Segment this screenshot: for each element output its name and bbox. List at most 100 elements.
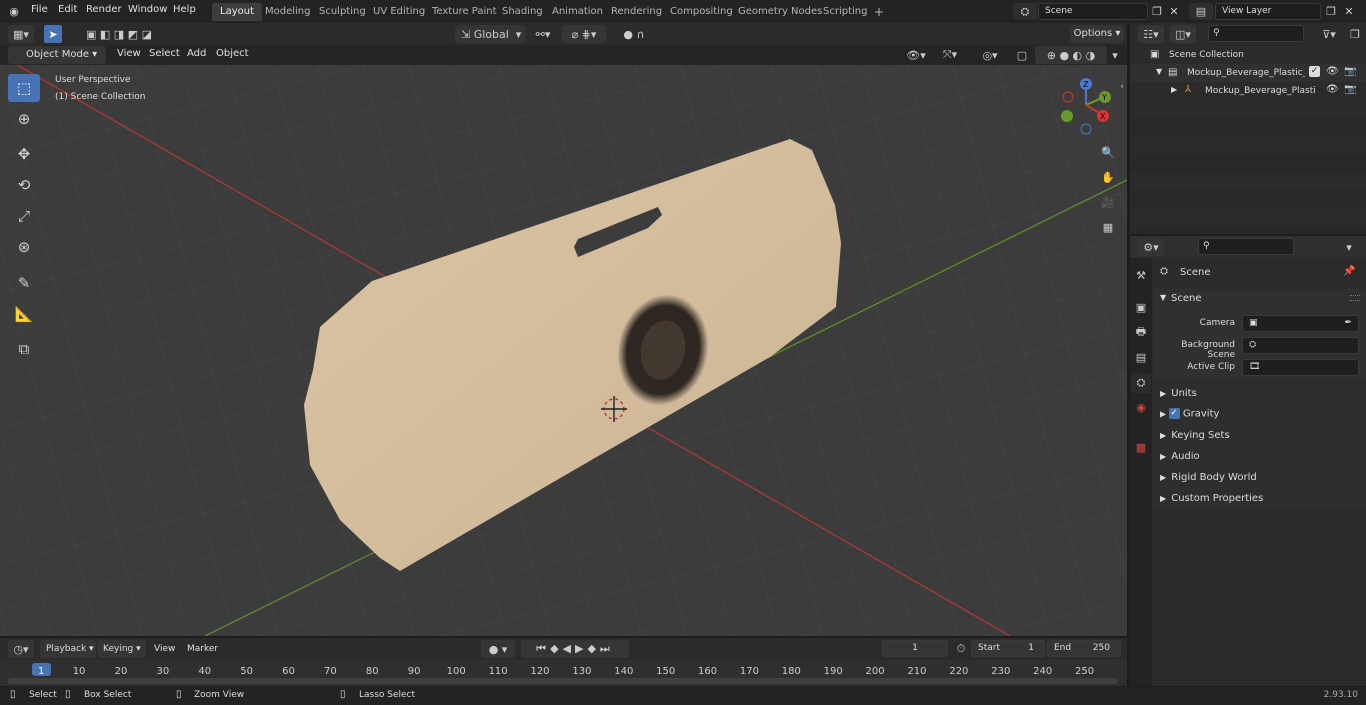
menu-edit[interactable]: Edit — [58, 4, 77, 15]
mode-dropdown[interactable]: Object Mode ▾ — [8, 46, 106, 64]
new-view-layer-icon[interactable]: ❐ — [1323, 3, 1339, 20]
perspective-grid-icon[interactable]: ▦ — [1097, 216, 1119, 238]
menu-object[interactable]: Object — [216, 48, 249, 59]
scale-tool-icon[interactable]: ⤢ — [8, 202, 40, 230]
pin-icon[interactable]: 📌 — [1343, 266, 1355, 277]
blender-logo-icon[interactable]: ◉ — [6, 3, 22, 19]
section-custom-properties[interactable]: ▶ Custom Properties — [1160, 493, 1263, 504]
proportional-edit-icon[interactable]: ● ∩ — [612, 25, 656, 43]
view-layer-icon[interactable]: ▤ — [1189, 3, 1213, 20]
tab-rendering[interactable]: Rendering — [603, 3, 670, 21]
current-frame-field[interactable]: 1 — [882, 640, 948, 657]
zoom-icon[interactable]: 🔍 — [1097, 141, 1119, 163]
start-frame-field[interactable]: Start 1 — [971, 640, 1045, 657]
move-tool-icon[interactable]: ✥ — [8, 140, 40, 168]
cursor-tool-icon[interactable]: ⊕ — [8, 105, 40, 133]
section-units[interactable]: ▶ Units — [1160, 388, 1197, 399]
outliner-search-input[interactable]: ⚲ — [1208, 25, 1304, 42]
pan-hand-icon[interactable]: ✋ — [1097, 166, 1119, 188]
visibility-icon[interactable]: 👁▾ — [902, 46, 930, 64]
render-tab-icon[interactable]: ▣ — [1132, 298, 1150, 316]
menu-window[interactable]: Window — [128, 4, 167, 15]
3d-viewport[interactable]: User Perspective (1) Scene Collection ⬚ … — [0, 65, 1127, 636]
stopwatch-icon[interactable]: ⏱ — [953, 640, 969, 658]
expand-right-icon[interactable]: ▶ — [1171, 85, 1177, 94]
menu-file[interactable]: File — [31, 4, 48, 15]
delete-view-layer-icon[interactable]: ✕ — [1341, 3, 1357, 20]
measure-tool-icon[interactable]: 📐 — [8, 300, 40, 328]
timeline-scrollbar[interactable] — [8, 678, 1118, 684]
rotate-tool-icon[interactable]: ⟲ — [8, 171, 40, 199]
properties-editor-type-icon[interactable]: ⚙▾ — [1138, 238, 1164, 256]
shading-options-icon[interactable]: ▾ — [1108, 46, 1122, 64]
menu-render[interactable]: Render — [86, 4, 122, 15]
camera-render-icon[interactable]: 📷 — [1344, 84, 1356, 95]
shading-mode-icons[interactable]: ⊕ ● ◐ ◑ — [1035, 46, 1107, 64]
end-frame-field[interactable]: End 250 — [1047, 640, 1121, 657]
timeline-menu-marker[interactable]: Marker — [187, 644, 218, 654]
scene-panel-header[interactable]: ▼ Scene — [1153, 289, 1366, 309]
world-tab-icon[interactable]: ◉ — [1132, 398, 1150, 416]
tab-modeling[interactable]: Modeling — [257, 3, 319, 21]
playback-controls-icons[interactable]: ⏮◆◀▶◆⏭ — [521, 640, 629, 658]
section-rigid-body-world[interactable]: ▶ Rigid Body World — [1160, 472, 1257, 483]
pivot-point-icon[interactable]: ⚯▾ — [530, 25, 556, 43]
menu-view[interactable]: View — [117, 48, 141, 59]
add-workspace-button[interactable]: + — [866, 3, 892, 21]
tab-layout[interactable]: Layout — [212, 3, 262, 21]
expand-chevron-icon[interactable]: ▼ — [1156, 67, 1162, 76]
overlays-icon[interactable]: ◎▾ — [972, 46, 1008, 64]
tab-animation[interactable]: Animation — [544, 3, 611, 21]
record-icon[interactable]: ● ▾ — [481, 640, 515, 658]
tool-tab-icon[interactable]: ⚒ — [1132, 266, 1150, 284]
section-keying-sets[interactable]: ▶ Keying Sets — [1160, 430, 1230, 441]
outliner-row-scene-collection[interactable]: ▣ Scene Collection — [1130, 46, 1366, 64]
select-tool-icon[interactable]: ➤ — [44, 25, 62, 43]
view-layer-tab-icon[interactable]: ▤ — [1132, 348, 1150, 366]
filter-icon[interactable]: ⊽▾ — [1316, 25, 1342, 43]
transform-tool-icon[interactable]: ⊛ — [8, 233, 40, 261]
select-box-tool-icon[interactable]: ⬚ — [8, 74, 40, 102]
tab-compositing[interactable]: Compositing — [662, 3, 741, 21]
xray-icon[interactable]: ▢ — [1014, 46, 1030, 64]
menu-select[interactable]: Select — [149, 48, 180, 59]
gizmo-toggle-icon[interactable]: ⤧▾ — [934, 46, 966, 64]
camera-view-icon[interactable]: 🎥 — [1097, 191, 1119, 213]
section-gravity[interactable]: ▶ ✓ Gravity — [1160, 408, 1219, 420]
camera-render-icon[interactable]: 📷 — [1344, 66, 1356, 77]
editor-type-icon[interactable]: ▦▾ — [8, 25, 34, 43]
scene-tab-icon[interactable]: ⛭ — [1131, 373, 1151, 393]
delete-scene-icon[interactable]: ✕ — [1166, 3, 1182, 20]
add-cube-tool-icon[interactable]: ⧉ — [8, 335, 40, 363]
outliner-editor-type-icon[interactable]: ☷▾ — [1138, 25, 1164, 43]
timeline-menu-view[interactable]: View — [154, 644, 175, 654]
keying-dropdown[interactable]: Keying ▾ — [98, 640, 146, 658]
playback-dropdown[interactable]: Playback ▾ — [40, 640, 96, 658]
active-clip-field[interactable]: 🎞 — [1242, 359, 1359, 376]
output-tab-icon[interactable]: 🖶 — [1132, 323, 1150, 341]
timeline-editor-type-icon[interactable]: ◷▾ — [8, 640, 34, 658]
tab-uv-editing[interactable]: UV Editing — [365, 3, 433, 21]
transform-orientation-dropdown[interactable]: ⇲ Global ▾ — [455, 25, 525, 43]
exclude-checkbox[interactable]: ✓ — [1309, 66, 1320, 77]
selection-mode-icons[interactable]: ▣ ◧ ◨ ◩ ◪ — [78, 25, 160, 43]
navigation-gizmo[interactable]: Z Y X — [1057, 75, 1117, 135]
properties-search-input[interactable]: ⚲ — [1198, 238, 1294, 255]
new-collection-icon[interactable]: ❐ — [1346, 25, 1364, 43]
section-audio[interactable]: ▶ Audio — [1160, 451, 1200, 462]
tab-shading[interactable]: Shading — [494, 3, 551, 21]
snapping-icon[interactable]: ⌀ ⋕▾ — [562, 25, 606, 43]
eye-icon[interactable]: 👁 — [1326, 66, 1339, 77]
scene-name-field[interactable]: Scene — [1038, 3, 1148, 20]
options-dropdown[interactable]: Options ▾ — [1070, 25, 1124, 43]
menu-help[interactable]: Help — [173, 4, 196, 15]
display-mode-icon[interactable]: ◫▾ — [1170, 25, 1196, 43]
beverage-carrier-mesh[interactable] — [0, 65, 1127, 636]
eyedropper-icon[interactable]: ✒ — [1344, 316, 1352, 331]
view-layer-field[interactable]: View Layer — [1215, 3, 1321, 20]
annotate-tool-icon[interactable]: ✎ — [8, 269, 40, 297]
drag-grip-icon[interactable] — [1350, 295, 1360, 301]
gravity-checkbox[interactable]: ✓ — [1168, 408, 1180, 419]
texture-tab-icon[interactable]: ▩ — [1132, 438, 1150, 456]
outliner-row-object[interactable]: ▶ ⅄ Mockup_Beverage_Plasti 👁 📷 — [1130, 82, 1366, 100]
